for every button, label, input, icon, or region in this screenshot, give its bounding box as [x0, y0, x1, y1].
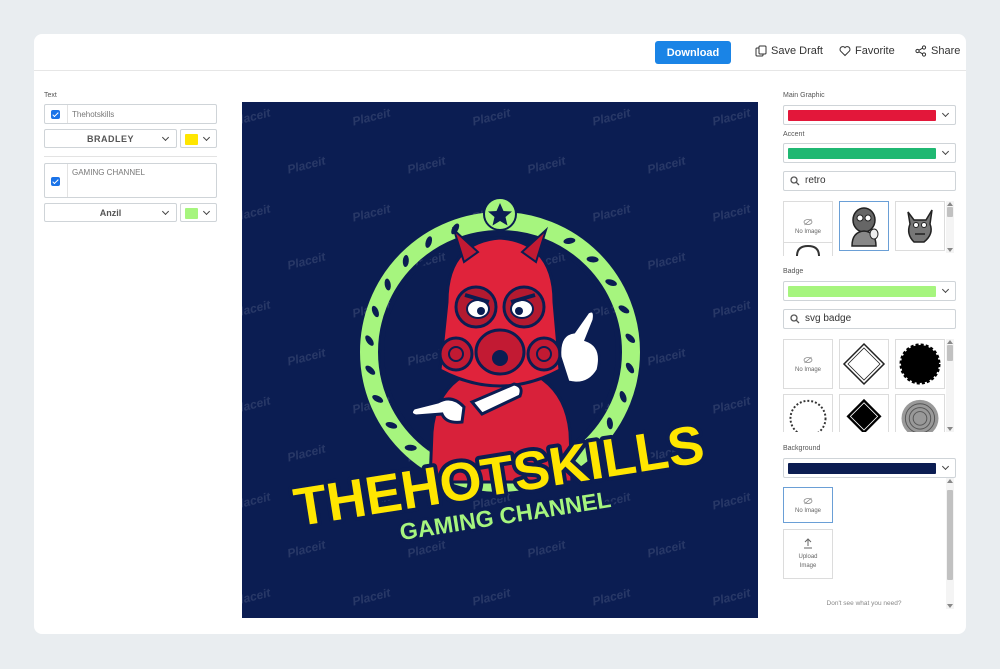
save-draft-button[interactable]: Save Draft — [755, 45, 823, 57]
chevron-down-icon — [941, 109, 950, 118]
badge-option-ring[interactable] — [783, 394, 833, 432]
accent-option-partial[interactable] — [783, 242, 833, 256]
color-swatch-2 — [185, 208, 198, 219]
accent-search-input[interactable]: retro — [783, 171, 956, 191]
help-hint-link[interactable]: Don't see what you need? — [794, 600, 934, 607]
text-field-1-input[interactable] — [72, 108, 212, 121]
text-field-1-checkbox[interactable] — [51, 110, 60, 119]
background-label: Background — [783, 445, 821, 452]
upload-icon — [804, 537, 812, 548]
text-field-1-separator — [67, 105, 68, 123]
search-icon — [790, 314, 800, 324]
striped-badge-icon — [901, 399, 939, 432]
favorite-label: Favorite — [855, 45, 895, 57]
badge-search-value: svg badge — [805, 313, 852, 324]
design-canvas[interactable]: Placeit Placeit Placeit Placeit Placeit Place… — [242, 102, 758, 618]
color-swatch-1 — [185, 134, 198, 145]
text-field-2-input[interactable]: GAMING CHANNEL — [72, 168, 212, 194]
badge-color-bar — [788, 286, 936, 297]
background-no-image-tile[interactable]: No Image — [783, 487, 833, 523]
no-image-icon — [803, 497, 813, 504]
text-divider — [44, 156, 217, 157]
accent-color-bar — [788, 148, 936, 159]
font-select-2-value: Anzil — [99, 207, 122, 218]
text-field-1-row — [44, 104, 217, 124]
logo-text-layer: THEHOTSKILLS THEHOTSKILLS GAMING CHANNEL… — [286, 410, 712, 548]
accent-color-select[interactable] — [783, 143, 956, 163]
search-icon — [790, 176, 800, 186]
upload-image-tile[interactable]: Upload Image — [783, 529, 833, 579]
no-image-icon — [803, 218, 813, 225]
save-draft-label: Save Draft — [771, 45, 823, 57]
accent-option-mascot-2[interactable] — [895, 201, 945, 251]
chevron-down-icon — [161, 133, 170, 142]
seal-badge-icon — [899, 343, 941, 385]
color-select-1[interactable] — [180, 129, 217, 148]
main-graphic-color-bar — [788, 110, 936, 121]
accent-option-mascot-1[interactable] — [839, 201, 889, 251]
badge-search-input[interactable]: svg badge — [783, 309, 956, 329]
chevron-down-icon — [941, 285, 950, 294]
accent-label: Accent — [783, 131, 805, 138]
share-icon — [915, 45, 927, 57]
accent-no-image-label: No Image — [794, 228, 821, 235]
font-select-1[interactable]: BRADLEY — [44, 129, 177, 148]
badge-option-black-diamond[interactable] — [839, 394, 889, 432]
creature-thumb-icon — [907, 209, 933, 243]
black-diamond-badge-icon — [846, 398, 882, 432]
main-graphic-label: Main Graphic — [783, 92, 825, 99]
accent-scrollbar[interactable] — [946, 201, 954, 253]
chevron-down-icon — [202, 133, 211, 142]
share-button[interactable]: Share — [915, 45, 960, 57]
badge-option-stripes[interactable] — [895, 394, 945, 432]
background-scrollbar[interactable] — [946, 478, 954, 609]
badge-color-select[interactable] — [783, 281, 956, 301]
text-section-label: Text — [44, 92, 57, 99]
main-graphic-color-select[interactable] — [783, 105, 956, 125]
font-select-2[interactable]: Anzil — [44, 203, 177, 222]
save-draft-icon — [755, 45, 767, 57]
headphones-thumb-icon — [796, 244, 820, 256]
editor-card: Download Save Draft Favorite Share Text … — [34, 34, 966, 634]
chevron-down-icon — [161, 207, 170, 216]
color-select-2[interactable] — [180, 203, 217, 222]
chevron-down-icon — [202, 207, 211, 216]
mascot-thumb-icon — [851, 207, 879, 247]
chevron-down-icon — [941, 462, 950, 471]
no-image-icon — [803, 356, 813, 363]
ring-badge-icon — [789, 399, 827, 432]
background-color-select[interactable] — [783, 458, 956, 478]
background-color-bar — [788, 463, 936, 474]
badge-option-seal[interactable] — [895, 339, 945, 389]
heart-icon — [839, 46, 851, 57]
top-toolbar: Download Save Draft Favorite Share — [34, 34, 966, 71]
badge-option-diamond[interactable] — [839, 339, 889, 389]
download-button[interactable]: Download — [655, 41, 731, 64]
accent-search-value: retro — [805, 175, 826, 186]
badge-no-image-label: No Image — [794, 366, 821, 373]
chevron-down-icon — [941, 147, 950, 156]
favorite-button[interactable]: Favorite — [839, 45, 895, 57]
badge-scrollbar[interactable] — [946, 339, 954, 432]
badge-label: Badge — [783, 268, 804, 275]
upload-image-label: Upload Image — [798, 553, 818, 569]
diamond-badge-icon — [842, 342, 886, 386]
text-field-2-separator — [67, 164, 68, 197]
font-select-1-value: BRADLEY — [86, 133, 134, 144]
background-no-image-label: No Image — [794, 507, 821, 514]
text-field-2-checkbox[interactable] — [51, 177, 60, 186]
text-field-2-row: GAMING CHANNEL — [44, 163, 217, 198]
badge-no-image-tile[interactable]: No Image — [783, 339, 833, 389]
share-label: Share — [931, 45, 961, 57]
